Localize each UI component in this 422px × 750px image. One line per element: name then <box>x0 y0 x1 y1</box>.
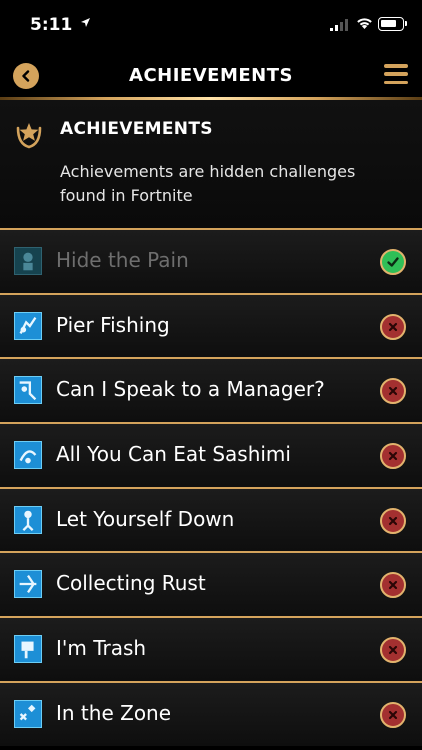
trophy-badge-icon <box>16 123 42 149</box>
achievement-row[interactable]: Can I Speak to a Manager? <box>0 357 422 423</box>
achievement-row[interactable]: Hide the Pain <box>0 228 422 293</box>
achievement-label: Can I Speak to a Manager? <box>56 377 325 402</box>
achievement-row[interactable]: Let Yourself Down <box>0 486 422 552</box>
page-title: ACHIEVEMENTS <box>129 65 293 86</box>
achievement-icon <box>14 441 42 470</box>
achievement-icon <box>14 635 42 664</box>
achievement-label: Collecting Rust <box>56 571 206 596</box>
x-mark-icon <box>388 710 398 719</box>
status-badge <box>380 443 406 470</box>
status-badge <box>380 572 406 599</box>
navigation-bar: ACHIEVEMENTS <box>0 50 422 98</box>
section-heading: ACHIEVEMENTS <box>60 119 213 139</box>
achievement-row[interactable]: Collecting Rust <box>0 551 422 617</box>
battery-tip <box>405 21 407 26</box>
checkmark-icon <box>387 257 399 267</box>
section-description: Achievements are hidden challenges found… <box>60 162 356 205</box>
wifi-icon <box>357 18 372 29</box>
x-mark-icon <box>388 387 398 396</box>
achievement-icon <box>14 247 42 275</box>
achievements-header: ACHIEVEMENTS Achievements are hidden cha… <box>0 100 422 228</box>
hamburger-menu-button[interactable] <box>384 64 408 84</box>
achievement-row[interactable]: In the Zone <box>0 680 422 746</box>
status-badge <box>380 378 406 405</box>
status-time: 5:11 <box>30 15 73 35</box>
achievement-icon <box>14 376 42 405</box>
achievement-label: Pier Fishing <box>56 312 170 337</box>
menu-line-icon <box>384 64 408 68</box>
achievement-list: Hide the Pain Pier Fishing Can I Speak t… <box>0 228 422 746</box>
menu-line-icon <box>384 80 408 84</box>
x-mark-icon <box>388 516 398 525</box>
menu-line-icon <box>384 72 408 76</box>
x-mark-icon <box>388 646 398 655</box>
x-mark-icon <box>388 451 398 461</box>
achievement-label: In the Zone <box>56 700 172 725</box>
status-badge <box>380 507 406 534</box>
achievement-icon <box>14 505 42 534</box>
location-arrow-icon <box>81 18 90 27</box>
achievement-label: All You Can Eat Sashimi <box>56 442 291 467</box>
status-badge <box>380 637 406 664</box>
achievement-row[interactable]: All You Can Eat Sashimi <box>0 422 422 487</box>
status-badge <box>380 249 406 275</box>
status-bar: 5:11 <box>0 0 422 50</box>
x-mark-icon <box>388 581 398 590</box>
x-mark-icon <box>388 322 398 331</box>
achievement-row[interactable]: Pier Fishing <box>0 292 422 358</box>
status-badge <box>380 313 406 340</box>
status-badge <box>380 701 406 728</box>
achievement-label: Hide the Pain <box>56 248 189 272</box>
achievement-label: I'm Trash <box>56 636 147 661</box>
achievement-icon <box>14 699 42 728</box>
achievement-row[interactable]: I'm Trash <box>0 616 422 681</box>
achievement-icon <box>14 311 42 340</box>
achievement-label: Let Yourself Down <box>56 506 235 531</box>
achievement-icon <box>14 570 42 599</box>
battery-icon <box>378 17 404 31</box>
cellular-signal-icon <box>330 19 348 31</box>
